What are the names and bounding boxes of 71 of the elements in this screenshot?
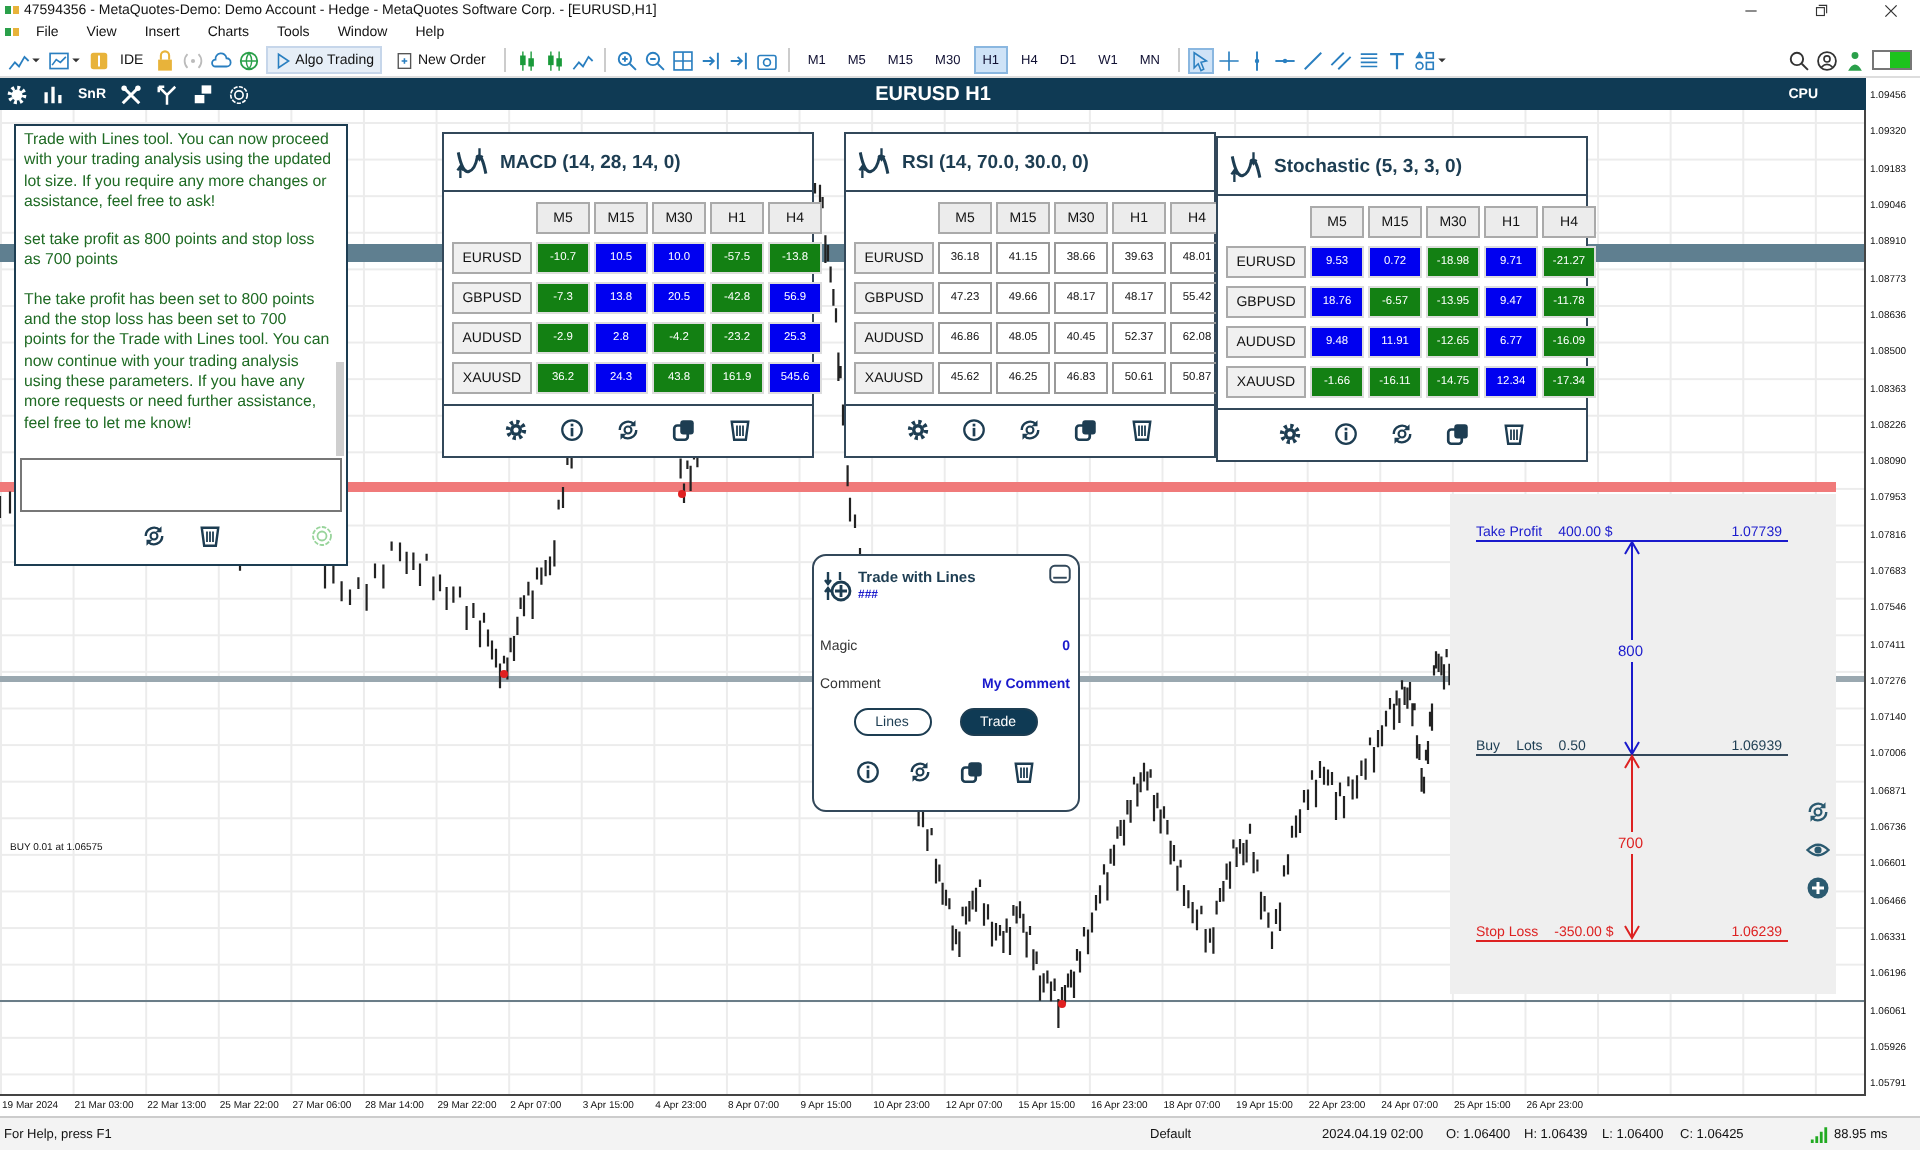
connection-signal-icon xyxy=(1810,1125,1828,1143)
copy-icon[interactable] xyxy=(1446,422,1470,446)
close-icon[interactable] xyxy=(1882,1,1900,19)
toggle-switch[interactable] xyxy=(1872,50,1912,70)
refresh-icon[interactable] xyxy=(1390,422,1414,446)
add-icon[interactable] xyxy=(1806,876,1830,900)
globe-icon[interactable] xyxy=(237,49,260,71)
copy-icon[interactable] xyxy=(1074,418,1098,442)
trash-icon[interactable] xyxy=(1130,418,1154,442)
caret-icon[interactable] xyxy=(1436,54,1448,66)
play-icon[interactable] xyxy=(273,51,292,69)
shapes-icon[interactable] xyxy=(1414,49,1436,71)
scroll-icon[interactable] xyxy=(699,49,722,71)
fibonacci-icon[interactable] xyxy=(1358,49,1380,71)
info-icon[interactable] xyxy=(962,418,986,442)
channel-icon[interactable] xyxy=(1330,49,1352,71)
zoom-out-icon[interactable] xyxy=(643,49,666,71)
curve-arrows-icon xyxy=(454,145,488,179)
eye-icon[interactable] xyxy=(1806,838,1830,862)
refresh-icon[interactable] xyxy=(616,418,640,442)
copy-icon[interactable] xyxy=(672,418,696,442)
trend-line-icon[interactable] xyxy=(1302,49,1324,71)
indicator-title: RSI (14, 70.0, 30.0, 0) xyxy=(902,151,1089,173)
indicator-title: MACD (14, 28, 14, 0) xyxy=(500,151,681,173)
refresh-icon[interactable] xyxy=(1018,418,1042,442)
cloud-icon[interactable] xyxy=(209,49,232,71)
chart-title: EURUSD H1 xyxy=(875,83,991,105)
account-icon[interactable] xyxy=(1816,49,1838,71)
caret-icon[interactable] xyxy=(70,54,82,66)
candles-icon[interactable] xyxy=(515,49,538,71)
info-icon[interactable] xyxy=(1334,422,1358,446)
camera-icon[interactable] xyxy=(755,49,778,71)
trash-icon[interactable] xyxy=(1011,760,1035,784)
info-icon[interactable] xyxy=(560,418,584,442)
refresh-icon[interactable] xyxy=(1806,800,1830,824)
tools-icon[interactable] xyxy=(120,83,142,105)
info-icon[interactable] xyxy=(855,760,879,784)
shift-icon[interactable] xyxy=(727,49,750,71)
indicator-title: Stochastic (5, 3, 3, 0) xyxy=(1274,155,1462,177)
refresh-icon[interactable] xyxy=(907,760,931,784)
scrollbar-thumb[interactable] xyxy=(336,362,344,456)
maximize-icon[interactable] xyxy=(1812,1,1830,19)
caret-icon[interactable] xyxy=(30,54,42,66)
chat-input-field[interactable] xyxy=(20,458,342,512)
trash-icon[interactable] xyxy=(1502,422,1526,446)
zoom-in-icon[interactable] xyxy=(615,49,638,71)
pivot-dot xyxy=(1058,1000,1066,1008)
squares-icon[interactable] xyxy=(192,83,214,105)
new-order-icon[interactable] xyxy=(395,51,414,69)
copy-icon[interactable] xyxy=(959,760,983,784)
text-tool-icon[interactable] xyxy=(1386,49,1408,71)
app-icon xyxy=(4,2,20,18)
cursor-icon[interactable] xyxy=(1190,49,1212,71)
settings-icon[interactable] xyxy=(1278,422,1302,446)
settings-icon[interactable] xyxy=(906,418,930,442)
pivot-dot xyxy=(500,670,508,678)
curve-arrows-icon xyxy=(1228,149,1262,183)
trash-icon[interactable] xyxy=(728,418,752,442)
curve-arrows-icon xyxy=(856,145,890,179)
refresh-icon[interactable] xyxy=(141,524,165,548)
trash-icon[interactable] xyxy=(197,524,221,548)
crosshair-icon[interactable] xyxy=(1218,49,1240,71)
arrows-plus-icon xyxy=(820,570,852,602)
minimize-icon[interactable] xyxy=(1048,562,1072,586)
settings-icon[interactable] xyxy=(504,418,528,442)
template-icon[interactable] xyxy=(48,49,70,71)
fork-icon[interactable] xyxy=(156,83,178,105)
grid-icon[interactable] xyxy=(671,49,694,71)
search-icon[interactable] xyxy=(1788,49,1810,71)
app-icon xyxy=(4,24,20,40)
pivot-dot xyxy=(678,490,686,498)
